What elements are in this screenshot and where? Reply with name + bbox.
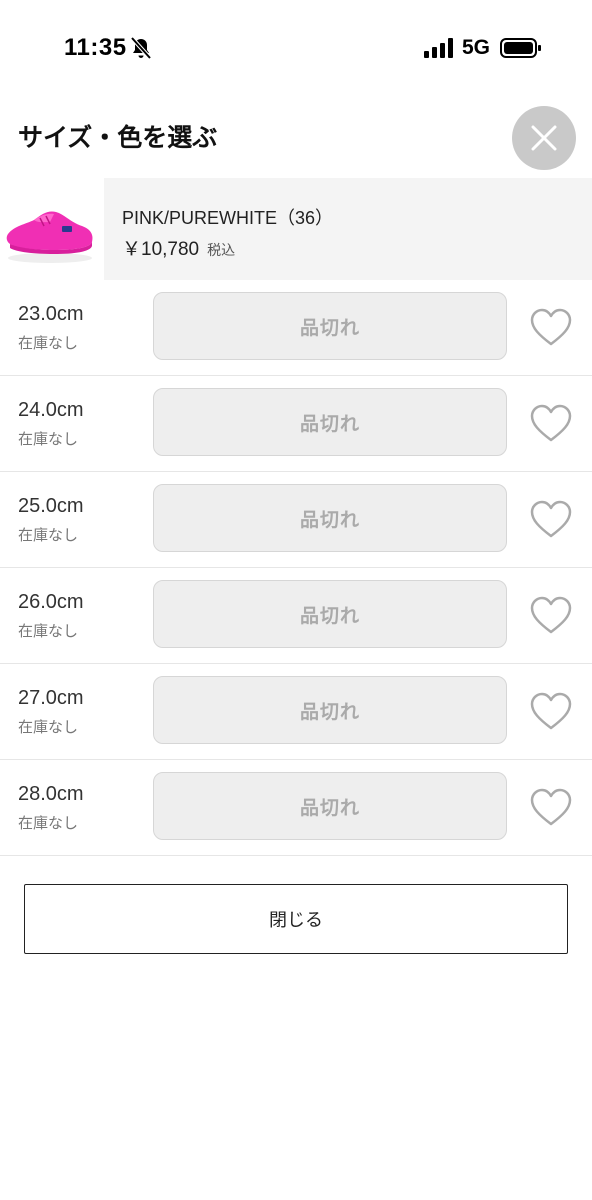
size-list: 23.0cm 在庫なし 品切れ 24.0cm 在庫なし 品切れ 25.0cm 在… <box>0 280 592 856</box>
size-label: 24.0cm <box>18 399 84 421</box>
sold-out-button[interactable]: 品切れ <box>153 580 507 648</box>
sold-out-button[interactable]: 品切れ <box>153 388 507 456</box>
signal-bars-icon <box>424 38 453 58</box>
stock-status: 在庫なし <box>18 335 79 352</box>
heart-icon[interactable] <box>529 595 573 635</box>
stock-status: 在庫なし <box>18 815 79 832</box>
heart-icon[interactable] <box>529 403 573 443</box>
stock-status: 在庫なし <box>18 623 79 640</box>
sold-out-button[interactable]: 品切れ <box>153 292 507 360</box>
heart-icon[interactable] <box>529 307 573 347</box>
page-title: サイズ・色を選ぶ <box>18 124 218 152</box>
product-price-line: ￥10,780 税込 <box>122 234 235 261</box>
sheet-header: サイズ・色を選ぶ <box>0 96 592 178</box>
product-info: PINK/PUREWHITE（36） ￥10,780 税込 <box>104 178 592 280</box>
product-summary: PINK/PUREWHITE（36） ￥10,780 税込 <box>0 178 592 280</box>
size-row: 24.0cm 在庫なし 品切れ <box>0 376 592 472</box>
size-row: 23.0cm 在庫なし 品切れ <box>0 280 592 376</box>
size-row: 25.0cm 在庫なし 品切れ <box>0 472 592 568</box>
stock-status: 在庫なし <box>18 527 79 544</box>
heart-icon[interactable] <box>529 787 573 827</box>
sold-out-button[interactable]: 品切れ <box>153 772 507 840</box>
network-type: 5G <box>462 36 491 59</box>
bell-muted-icon <box>130 36 152 60</box>
size-label: 28.0cm <box>18 783 84 805</box>
status-bar: 11:35 5G <box>0 0 592 96</box>
stock-status: 在庫なし <box>18 431 79 448</box>
sold-out-button[interactable]: 品切れ <box>153 676 507 744</box>
sold-out-button[interactable]: 品切れ <box>153 484 507 552</box>
product-variant: PINK/PUREWHITE（36） <box>122 208 334 228</box>
product-thumbnail <box>6 211 93 263</box>
size-label: 27.0cm <box>18 687 84 709</box>
product-price: ￥10,780 <box>122 239 200 260</box>
heart-icon[interactable] <box>529 691 573 731</box>
close-button-top[interactable] <box>512 106 576 170</box>
close-button[interactable]: 閉じる <box>24 884 568 954</box>
size-label: 23.0cm <box>18 303 84 325</box>
size-label: 26.0cm <box>18 591 84 613</box>
size-row: 27.0cm 在庫なし 品切れ <box>0 664 592 760</box>
size-label: 25.0cm <box>18 495 84 517</box>
close-icon <box>531 125 557 151</box>
battery-icon <box>500 38 541 58</box>
status-time: 11:35 <box>64 34 127 61</box>
size-row: 28.0cm 在庫なし 品切れ <box>0 760 592 856</box>
stock-status: 在庫なし <box>18 719 79 736</box>
heart-icon[interactable] <box>529 499 573 539</box>
tax-label: 税込 <box>207 242 236 258</box>
size-row: 26.0cm 在庫なし 品切れ <box>0 568 592 664</box>
